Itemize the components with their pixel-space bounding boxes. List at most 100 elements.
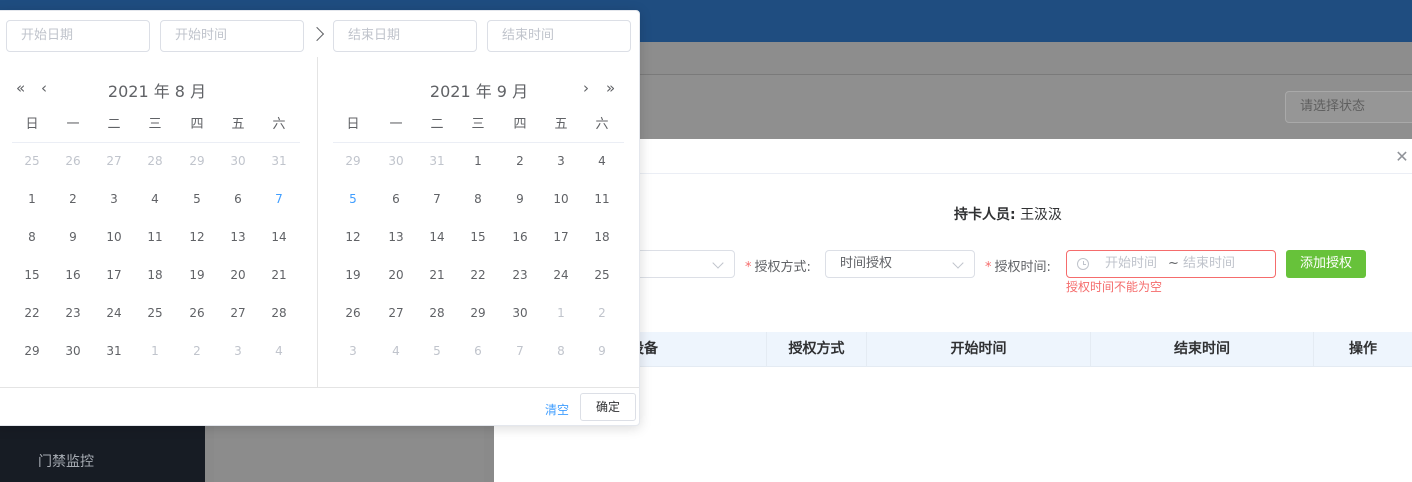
right-day-cell[interactable]: 5 — [422, 344, 452, 358]
right-day-cell[interactable]: 2 — [505, 154, 535, 168]
sidebar-item-access-monitor[interactable]: 门禁监控 — [38, 451, 94, 471]
left-day-cell[interactable]: 29 — [182, 154, 212, 168]
right-day-cell[interactable]: 13 — [381, 230, 411, 244]
left-day-cell[interactable]: 24 — [99, 306, 129, 320]
left-day-cell[interactable]: 26 — [58, 154, 88, 168]
left-day-cell[interactable]: 15 — [17, 268, 47, 282]
right-day-cell[interactable]: 3 — [338, 344, 368, 358]
right-day-cell[interactable]: 27 — [381, 306, 411, 320]
left-day-cell[interactable]: 30 — [223, 154, 253, 168]
right-day-cell[interactable]: 29 — [338, 154, 368, 168]
right-day-cell[interactable]: 21 — [422, 268, 452, 282]
left-day-cell[interactable]: 14 — [264, 230, 294, 244]
right-day-cell[interactable]: 2 — [587, 306, 617, 320]
next-year-icon[interactable]: » — [606, 79, 615, 97]
left-day-cell[interactable]: 31 — [264, 154, 294, 168]
right-day-cell[interactable]: 9 — [587, 344, 617, 358]
left-day-cell[interactable]: 20 — [223, 268, 253, 282]
time-range-end[interactable]: 结束时间 — [1183, 251, 1235, 277]
time-range-start[interactable]: 开始时间 — [1105, 251, 1157, 277]
right-day-cell[interactable]: 19 — [338, 268, 368, 282]
left-day-cell[interactable]: 30 — [58, 344, 88, 358]
left-day-cell[interactable]: 27 — [223, 306, 253, 320]
right-day-cell[interactable]: 7 — [505, 344, 535, 358]
left-day-cell[interactable]: 11 — [140, 230, 170, 244]
right-day-cell[interactable]: 24 — [546, 268, 576, 282]
left-day-cell[interactable]: 2 — [58, 192, 88, 206]
next-month-icon[interactable]: › — [583, 79, 589, 97]
left-day-cell[interactable]: 25 — [140, 306, 170, 320]
right-day-cell[interactable]: 30 — [381, 154, 411, 168]
left-day-cell[interactable]: 10 — [99, 230, 129, 244]
left-day-cell[interactable]: 7 — [264, 192, 294, 206]
start-time-input[interactable]: 开始时间 — [160, 20, 304, 52]
left-day-cell[interactable]: 29 — [17, 344, 47, 358]
left-day-cell[interactable]: 19 — [182, 268, 212, 282]
left-day-cell[interactable]: 4 — [264, 344, 294, 358]
left-day-cell[interactable]: 4 — [140, 192, 170, 206]
left-day-cell[interactable]: 23 — [58, 306, 88, 320]
right-day-cell[interactable]: 1 — [463, 154, 493, 168]
right-day-cell[interactable]: 3 — [546, 154, 576, 168]
method-select[interactable]: 时间授权 — [825, 250, 975, 278]
status-select[interactable]: 请选择状态 — [1285, 91, 1412, 123]
left-day-cell[interactable]: 2 — [182, 344, 212, 358]
left-day-cell[interactable]: 1 — [140, 344, 170, 358]
right-day-cell[interactable]: 10 — [546, 192, 576, 206]
right-day-cell[interactable]: 17 — [546, 230, 576, 244]
left-day-cell[interactable]: 3 — [99, 192, 129, 206]
end-date-input[interactable]: 结束日期 — [333, 20, 477, 52]
right-day-cell[interactable]: 25 — [587, 268, 617, 282]
prev-month-icon[interactable]: ‹ — [41, 79, 47, 97]
start-date-input[interactable]: 开始日期 — [6, 20, 150, 52]
close-icon[interactable]: ✕ — [1394, 149, 1410, 165]
right-day-cell[interactable]: 8 — [546, 344, 576, 358]
left-day-cell[interactable]: 22 — [17, 306, 47, 320]
right-day-cell[interactable]: 26 — [338, 306, 368, 320]
clear-button[interactable]: 清空 — [545, 401, 569, 418]
right-day-cell[interactable]: 11 — [587, 192, 617, 206]
right-day-cell[interactable]: 5 — [338, 192, 368, 206]
right-day-cell[interactable]: 14 — [422, 230, 452, 244]
left-day-cell[interactable]: 16 — [58, 268, 88, 282]
left-day-cell[interactable]: 12 — [182, 230, 212, 244]
right-day-cell[interactable]: 31 — [422, 154, 452, 168]
left-day-cell[interactable]: 28 — [264, 306, 294, 320]
left-day-cell[interactable]: 26 — [182, 306, 212, 320]
left-day-cell[interactable]: 1 — [17, 192, 47, 206]
right-day-cell[interactable]: 20 — [381, 268, 411, 282]
right-day-cell[interactable]: 18 — [587, 230, 617, 244]
left-day-cell[interactable]: 3 — [223, 344, 253, 358]
right-day-cell[interactable]: 15 — [463, 230, 493, 244]
right-day-cell[interactable]: 4 — [381, 344, 411, 358]
right-day-cell[interactable]: 8 — [463, 192, 493, 206]
right-day-cell[interactable]: 6 — [381, 192, 411, 206]
left-day-cell[interactable]: 21 — [264, 268, 294, 282]
left-day-cell[interactable]: 13 — [223, 230, 253, 244]
left-day-cell[interactable]: 18 — [140, 268, 170, 282]
right-day-cell[interactable]: 9 — [505, 192, 535, 206]
right-day-cell[interactable]: 7 — [422, 192, 452, 206]
left-day-cell[interactable]: 27 — [99, 154, 129, 168]
right-day-cell[interactable]: 22 — [463, 268, 493, 282]
left-day-cell[interactable]: 31 — [99, 344, 129, 358]
right-day-cell[interactable]: 16 — [505, 230, 535, 244]
right-day-cell[interactable]: 30 — [505, 306, 535, 320]
left-day-cell[interactable]: 5 — [182, 192, 212, 206]
left-day-cell[interactable]: 9 — [58, 230, 88, 244]
confirm-button[interactable]: 确定 — [580, 393, 636, 421]
right-day-cell[interactable]: 29 — [463, 306, 493, 320]
left-day-cell[interactable]: 8 — [17, 230, 47, 244]
right-day-cell[interactable]: 12 — [338, 230, 368, 244]
right-day-cell[interactable]: 4 — [587, 154, 617, 168]
right-day-cell[interactable]: 6 — [463, 344, 493, 358]
left-day-cell[interactable]: 25 — [17, 154, 47, 168]
left-day-cell[interactable]: 6 — [223, 192, 253, 206]
left-day-cell[interactable]: 17 — [99, 268, 129, 282]
left-day-cell[interactable]: 28 — [140, 154, 170, 168]
time-range-input[interactable]: 开始时间 ~ 结束时间 — [1066, 250, 1276, 278]
prev-year-icon[interactable]: « — [16, 79, 25, 97]
end-time-input[interactable]: 结束时间 — [487, 20, 631, 52]
right-day-cell[interactable]: 23 — [505, 268, 535, 282]
right-day-cell[interactable]: 1 — [546, 306, 576, 320]
